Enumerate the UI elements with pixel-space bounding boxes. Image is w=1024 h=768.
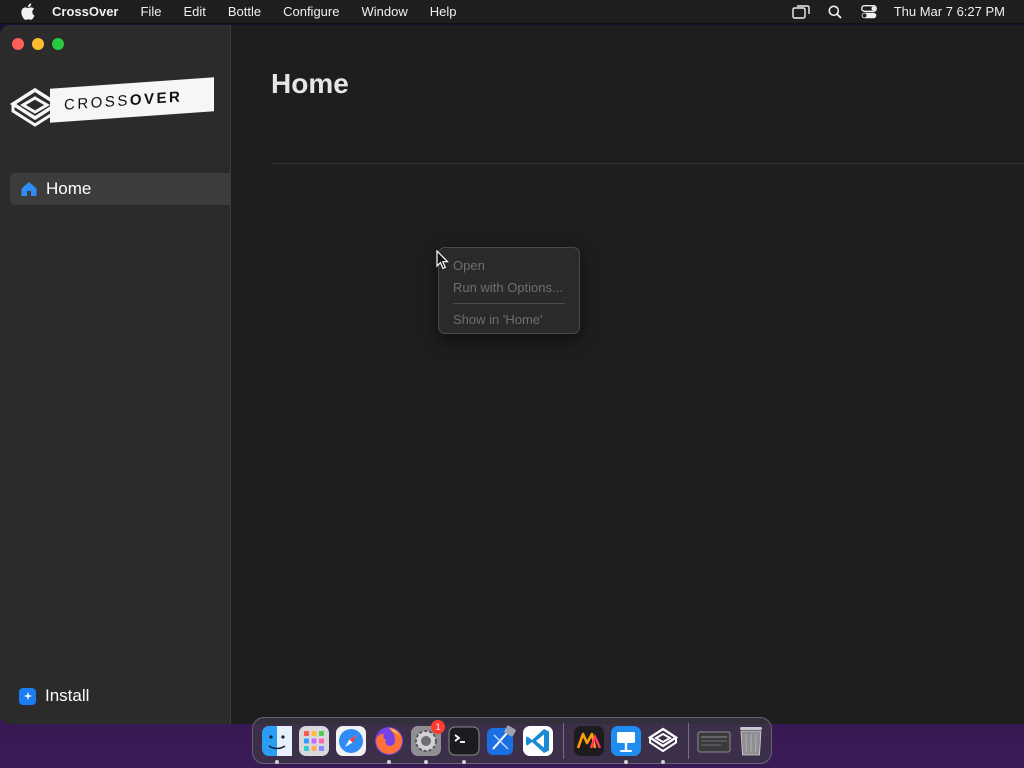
install-icon	[19, 687, 36, 705]
crossover-logo-text: CROSS OVER	[50, 77, 214, 123]
crossover-running-indicator	[661, 759, 666, 764]
menubar-clock[interactable]: Thu Mar 7 6:27 PM	[886, 4, 1024, 19]
logo-text-light: CROSS	[64, 91, 130, 114]
context-menu: Open Run with Options... Show in 'Home'	[438, 247, 580, 334]
menu-bar: CrossOver File Edit Bottle Configure Win…	[0, 0, 1024, 24]
safari-icon[interactable]	[334, 724, 368, 758]
firefox-icon[interactable]	[372, 724, 406, 764]
system-settings-icon[interactable]: 1	[409, 719, 446, 764]
window-controls	[12, 38, 64, 50]
control-center-icon[interactable]	[852, 0, 886, 24]
zoom-window-button[interactable]	[52, 38, 64, 50]
sidebar-item-install[interactable]: Install	[19, 685, 89, 707]
menu-edit[interactable]: Edit	[172, 0, 216, 24]
home-icon	[21, 182, 37, 196]
title-divider	[271, 163, 1024, 164]
menu-bottle[interactable]: Bottle	[217, 0, 272, 24]
keynote-running-indicator	[624, 759, 629, 764]
main-content: Home	[231, 25, 1024, 724]
menu-app-name[interactable]: CrossOver	[52, 0, 129, 24]
logo-text-bold: OVER	[129, 87, 183, 109]
crossover-icon[interactable]	[646, 724, 680, 764]
sidebar-item-home-label: Home	[46, 179, 92, 198]
apple-icon[interactable]	[18, 3, 36, 21]
close-window-button[interactable]	[12, 38, 24, 50]
system-settings-badge: 1	[431, 719, 446, 734]
keynote-icon[interactable]	[609, 724, 643, 764]
sidebar-item-home[interactable]: Home	[10, 173, 231, 205]
screen-mirroring-icon[interactable]	[784, 0, 818, 24]
menu-window[interactable]: Window	[350, 0, 418, 24]
context-menu-separator	[453, 303, 565, 304]
screenshot-icon[interactable]	[697, 724, 731, 758]
minimize-window-button[interactable]	[32, 38, 44, 50]
context-menu-open[interactable]: Open	[439, 255, 579, 277]
system-settings-running-indicator	[424, 759, 429, 764]
vscode-icon[interactable]	[521, 724, 555, 758]
crossover-logo: CROSS OVER	[10, 77, 215, 131]
context-menu-run-with-options[interactable]: Run with Options...	[439, 277, 579, 299]
page-title: Home	[271, 68, 349, 99]
mouse-cursor-icon	[436, 250, 449, 270]
menu-file[interactable]: File	[129, 0, 172, 24]
dock-separator	[563, 722, 564, 759]
dock-separator-2	[688, 722, 690, 759]
firefox-running-indicator	[386, 759, 391, 764]
finder-running-indicator	[274, 759, 279, 764]
crossover-window: CROSS OVER Home Install Home	[0, 25, 1024, 724]
trash-icon[interactable]	[734, 724, 768, 758]
dock: 1	[252, 717, 772, 764]
finder-icon[interactable]	[260, 724, 294, 764]
mkeditor-icon[interactable]	[572, 724, 606, 758]
sidebar: CROSS OVER Home Install	[0, 25, 231, 724]
xcode-icon[interactable]	[484, 724, 518, 758]
terminal-icon[interactable]	[447, 724, 481, 764]
search-icon[interactable]	[818, 0, 852, 24]
launchpad-icon[interactable]	[297, 724, 331, 758]
menu-configure[interactable]: Configure	[272, 0, 350, 24]
context-menu-show-in-home[interactable]: Show in 'Home'	[439, 309, 579, 331]
terminal-running-indicator	[461, 759, 466, 764]
sidebar-item-install-label: Install	[45, 686, 90, 705]
menu-help[interactable]: Help	[419, 0, 468, 24]
